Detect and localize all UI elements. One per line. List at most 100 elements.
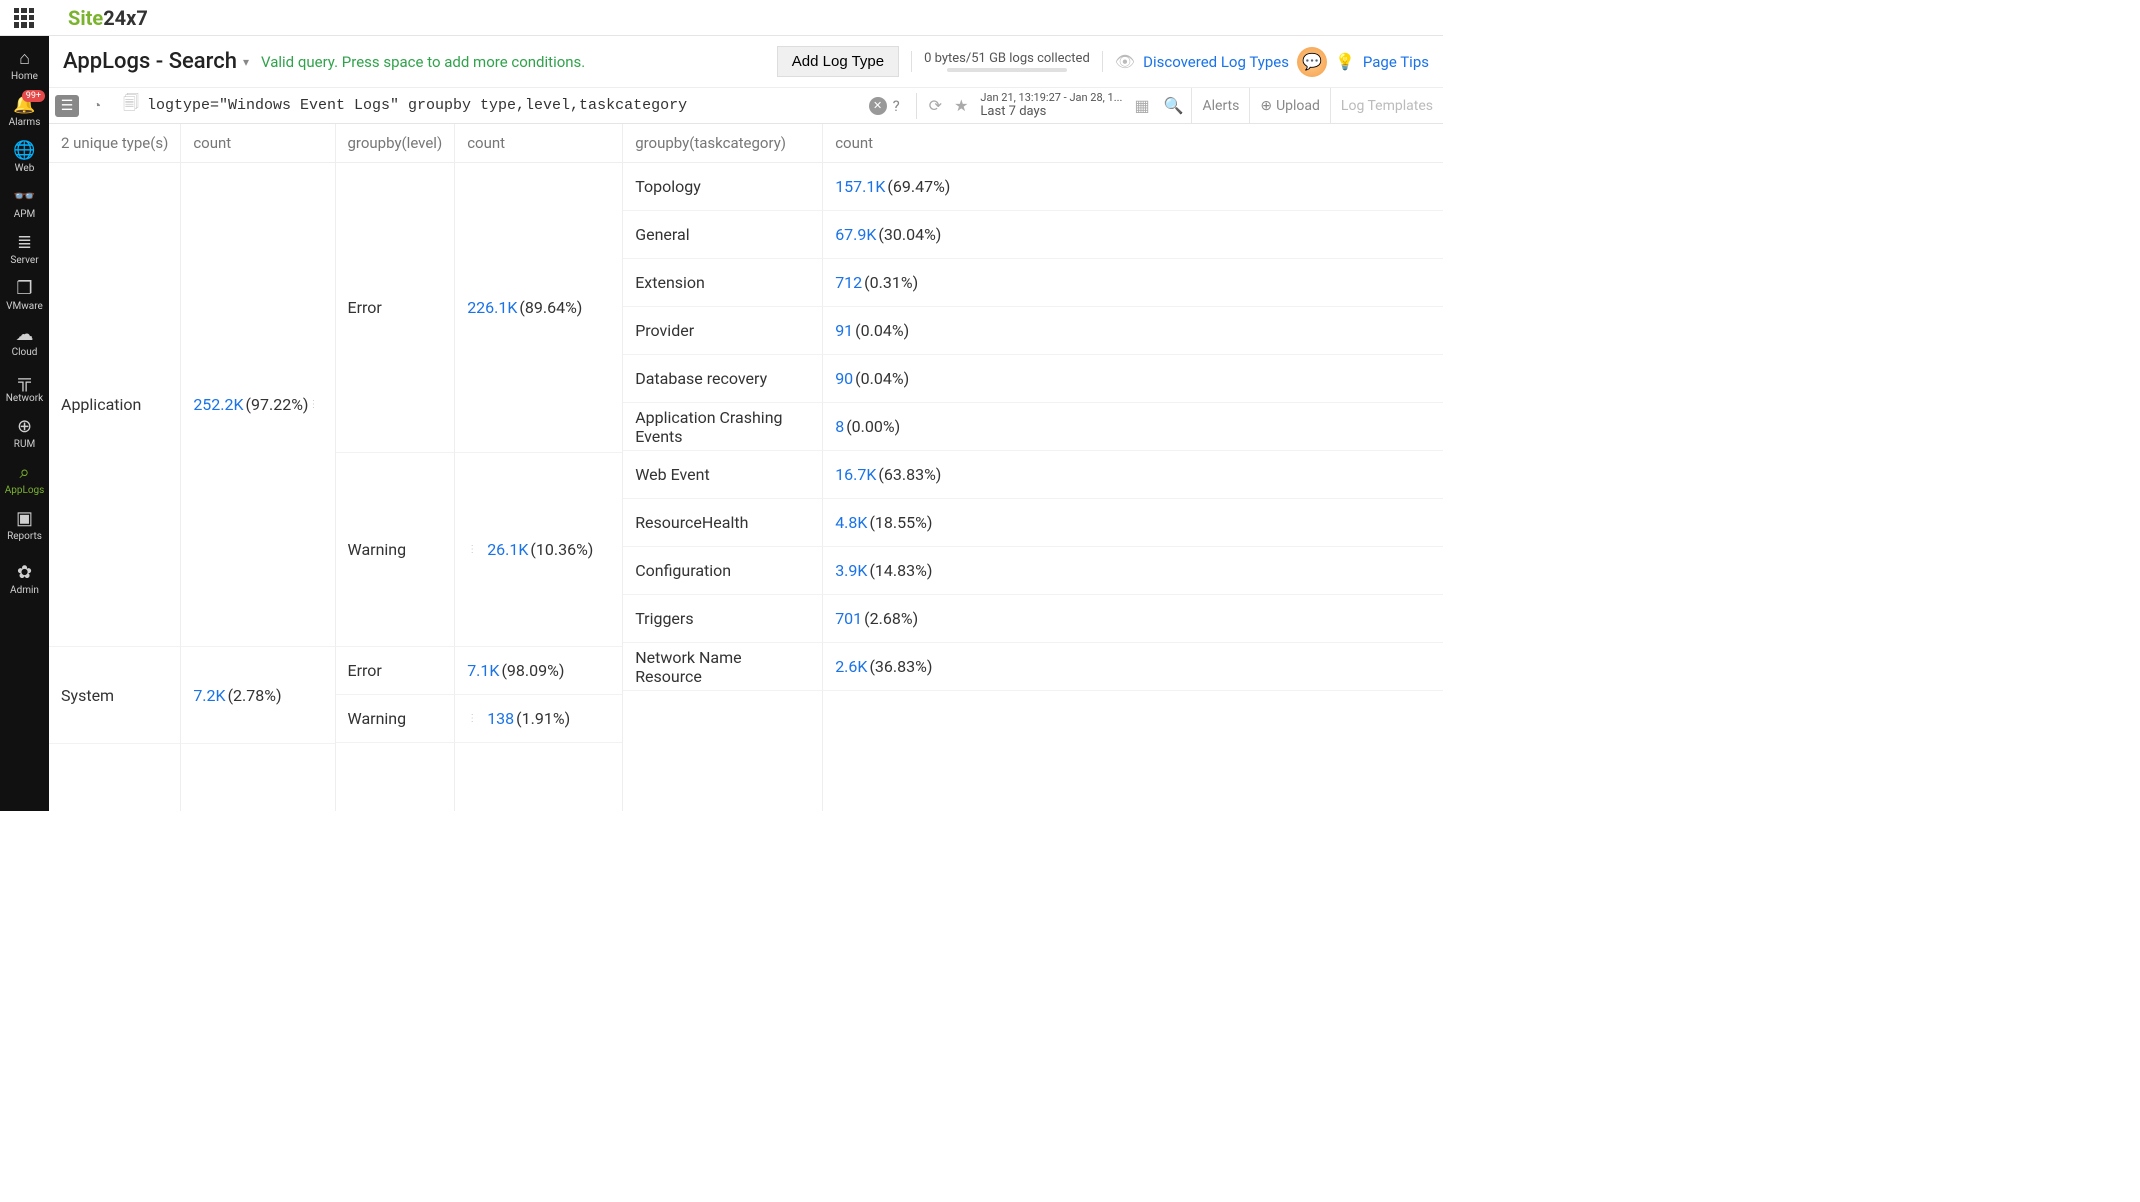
upload-tab[interactable]: ⊕Upload — [1249, 88, 1330, 123]
type-cell[interactable]: System — [49, 647, 180, 744]
sidebar-item-rum[interactable]: ⊕RUM — [0, 410, 49, 456]
count-cell: 4.8K(18.55%) — [823, 499, 1443, 547]
task-cell[interactable]: Network Name Resource — [623, 643, 822, 691]
count-link[interactable]: 8 — [835, 417, 844, 436]
refresh-icon[interactable]: ⟳ — [929, 96, 942, 115]
sidebar-item-label: Alarms — [9, 117, 41, 128]
upload-icon: ⊕ — [1260, 98, 1272, 114]
apps-grid-icon[interactable] — [14, 8, 34, 28]
task-cell[interactable]: Configuration — [623, 547, 822, 595]
count-pct: (89.64%) — [519, 298, 582, 317]
cloud-icon: ☁ — [0, 324, 49, 345]
task-cell[interactable]: Database recovery — [623, 355, 822, 403]
add-log-type-button[interactable]: Add Log Type — [777, 46, 899, 77]
level-name: Error — [348, 298, 382, 317]
level-cell[interactable]: Error — [336, 647, 455, 695]
count-pct: (98.09%) — [501, 661, 564, 680]
brand-24x7: 24x7 — [103, 6, 148, 30]
count-link[interactable]: 91 — [835, 321, 853, 340]
date-absolute: Jan 21, 13:19:27 - Jan 28, 1... — [980, 91, 1122, 104]
col-header-count3: count — [823, 124, 1443, 163]
count-link[interactable]: 4.8K — [835, 513, 867, 532]
sidebar-item-applogs[interactable]: ⌕AppLogs — [0, 456, 49, 502]
query-input[interactable]: logtype="Windows Event Logs" groupby typ… — [147, 97, 863, 114]
count-pct: (30.04%) — [878, 225, 941, 244]
sidebar-item-web[interactable]: 🌐Web — [0, 134, 49, 180]
count-link[interactable]: 3.9K — [835, 561, 867, 580]
count-link[interactable]: 226.1K — [467, 298, 517, 317]
sidebar-item-reports[interactable]: ▣Reports — [0, 502, 49, 548]
page-title-text: AppLogs - Search — [63, 49, 237, 74]
drag-handle-icon[interactable]: ⋮ — [467, 544, 481, 555]
count-link[interactable]: 26.1K — [487, 540, 528, 559]
table-view-toggle[interactable]: ☰ — [55, 95, 79, 117]
task-cell[interactable]: General — [623, 211, 822, 259]
applogs-icon: ⌕ — [0, 462, 49, 483]
page-tips-link[interactable]: Page Tips — [1363, 53, 1429, 71]
count-pct: (0.31%) — [864, 273, 918, 292]
eye-icon: 👁 — [1115, 52, 1135, 71]
sidebar-item-vmware[interactable]: ❐VMware — [0, 272, 49, 318]
count-cell: 701(2.68%) — [823, 595, 1443, 643]
level-cell[interactable]: Warning — [336, 453, 455, 647]
log-templates-tab[interactable]: Log Templates — [1330, 88, 1443, 123]
home-icon: ⌂ — [0, 48, 49, 69]
calendar-icon[interactable]: ▦ — [1134, 96, 1149, 115]
count-link[interactable]: 7.2K — [193, 686, 225, 705]
count-pct: (69.47%) — [887, 177, 950, 196]
type-cell[interactable]: Application — [49, 163, 180, 647]
count-pct: (97.22%) — [246, 395, 309, 414]
date-relative: Last 7 days — [980, 104, 1122, 120]
level-cell[interactable]: Error — [336, 163, 455, 453]
task-cell[interactable]: ResourceHealth — [623, 499, 822, 547]
drag-handle-icon[interactable]: ⋮ — [309, 399, 323, 410]
count-link[interactable]: 2.6K — [835, 657, 867, 676]
sidebar-item-server[interactable]: ≣Server — [0, 226, 49, 272]
count-link[interactable]: 67.9K — [835, 225, 876, 244]
count-link[interactable]: 16.7K — [835, 465, 876, 484]
sidebar-item-apm[interactable]: 👓APM — [0, 180, 49, 226]
page-title[interactable]: AppLogs - Search▾ — [63, 49, 249, 74]
clear-query-icon[interactable]: ✕ — [869, 97, 887, 115]
task-cell[interactable]: Provider — [623, 307, 822, 355]
count-link[interactable]: 90 — [835, 369, 853, 388]
sidebar-item-home[interactable]: ⌂Home — [0, 42, 49, 88]
sidebar-item-network[interactable]: ╦Network — [0, 364, 49, 410]
sidebar-item-admin[interactable]: ✿Admin — [0, 556, 49, 602]
count-link[interactable]: 138 — [487, 709, 514, 728]
count-cell: 7.2K(2.78%) — [181, 647, 334, 744]
task-cell[interactable]: Web Event — [623, 451, 822, 499]
task-cell[interactable]: Extension — [623, 259, 822, 307]
doc-icon[interactable]: 🗐 — [123, 92, 139, 119]
count-link[interactable]: 7.1K — [467, 661, 499, 680]
count-pct: (0.04%) — [855, 369, 909, 388]
task-cell[interactable]: Topology — [623, 163, 822, 211]
sidebar-item-alarms[interactable]: 99+🔔Alarms — [0, 88, 49, 134]
query-part-groupby: groupby type,level,taskcategory — [399, 97, 687, 114]
task-name: ResourceHealth — [635, 513, 748, 532]
query-hint: Valid query. Press space to add more con… — [261, 53, 585, 71]
count-cell: 67.9K(30.04%) — [823, 211, 1443, 259]
task-cell[interactable]: Triggers — [623, 595, 822, 643]
task-name: Configuration — [635, 561, 731, 580]
task-name: Provider — [635, 321, 694, 340]
level-cell[interactable]: Warning — [336, 695, 455, 743]
sidebar-item-cloud[interactable]: ☁Cloud — [0, 318, 49, 364]
discovered-log-types-link[interactable]: Discovered Log Types — [1143, 53, 1289, 71]
count-link[interactable]: 712 — [835, 273, 862, 292]
count-pct: (14.83%) — [869, 561, 932, 580]
sidebar-item-label: Web — [15, 163, 35, 174]
star-icon[interactable]: ★ — [954, 96, 968, 115]
alerts-tab[interactable]: Alerts — [1191, 88, 1249, 123]
task-cell[interactable]: Application Crashing Events — [623, 403, 822, 451]
date-range-picker[interactable]: Jan 21, 13:19:27 - Jan 28, 1... Last 7 d… — [974, 91, 1128, 120]
chart-view-toggle[interactable]: ◔ — [85, 95, 109, 117]
help-icon[interactable]: ? — [893, 97, 900, 115]
count-link[interactable]: 157.1K — [835, 177, 885, 196]
count-link[interactable]: 701 — [835, 609, 862, 628]
count-cell: 157.1K(69.47%) — [823, 163, 1443, 211]
assistant-icon[interactable]: 💬 — [1297, 47, 1327, 77]
count-link[interactable]: 252.2K — [193, 395, 243, 414]
drag-handle-icon[interactable]: ⋮ — [467, 713, 481, 724]
search-icon[interactable]: 🔍 — [1164, 96, 1184, 115]
